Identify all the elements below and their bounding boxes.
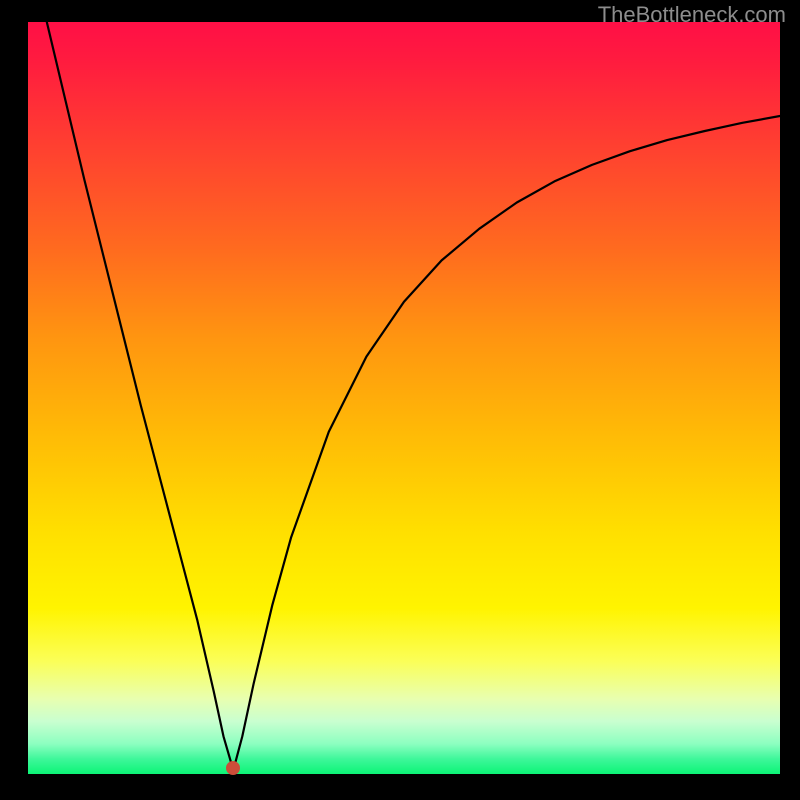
plot-area	[28, 22, 780, 774]
bottleneck-curve	[47, 22, 780, 770]
watermark-text: TheBottleneck.com	[598, 2, 786, 28]
chart-frame: TheBottleneck.com	[0, 0, 800, 800]
curve-svg	[28, 22, 780, 774]
minimum-marker	[226, 761, 240, 775]
